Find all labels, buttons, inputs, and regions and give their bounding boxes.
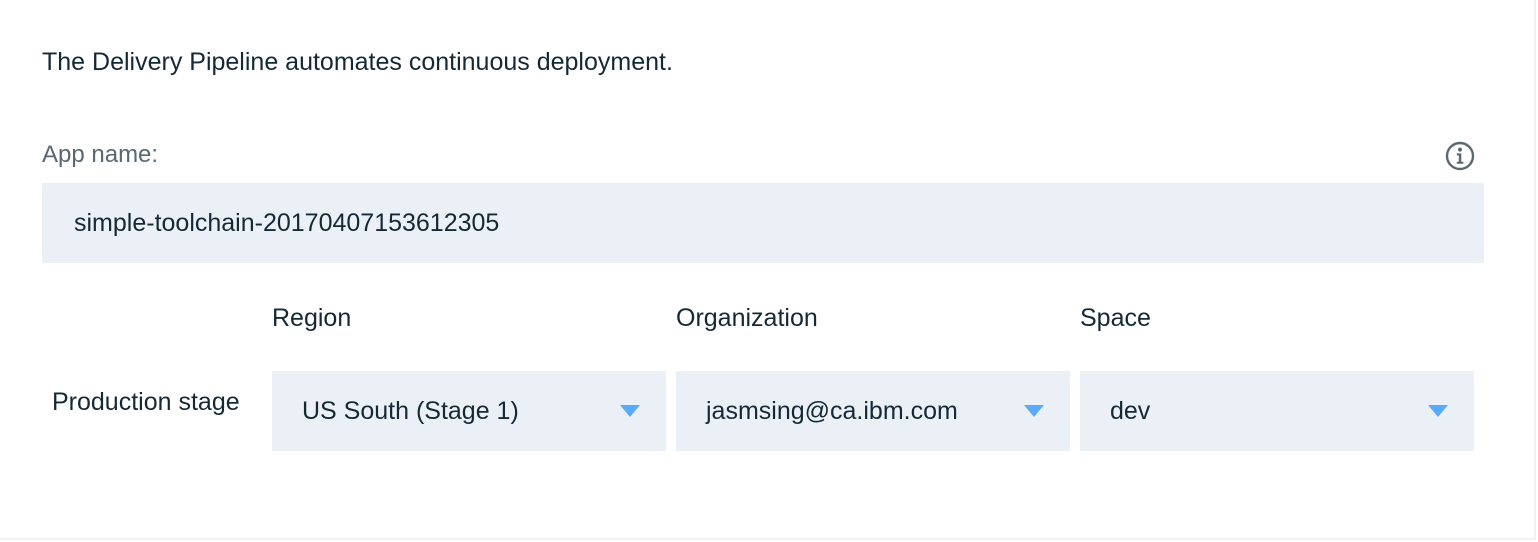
space-dropdown[interactable]: dev [1080,371,1474,451]
app-name-label: App name: [42,141,159,168]
space-header: Space [1080,304,1151,332]
organization-dropdown[interactable]: jasmsing@ca.ibm.com [676,371,1070,451]
production-stage-label: Production stage [52,388,240,416]
region-header: Region [272,304,352,332]
app-name-input[interactable]: simple-toolchain-20170407153612305 [42,183,1484,263]
region-dropdown-value: US South (Stage 1) [302,397,519,425]
organization-dropdown-value: jasmsing@ca.ibm.com [706,397,958,425]
chevron-down-icon [1024,405,1044,417]
organization-header: Organization [676,304,818,332]
region-dropdown[interactable]: US South (Stage 1) [272,371,666,451]
chevron-down-icon [1428,405,1448,417]
info-icon[interactable] [1445,141,1475,171]
space-dropdown-value: dev [1110,397,1151,425]
chevron-down-icon [620,405,640,417]
panel-description: The Delivery Pipeline automates continuo… [42,48,673,76]
delivery-pipeline-panel: The Delivery Pipeline automates continuo… [0,0,1536,540]
